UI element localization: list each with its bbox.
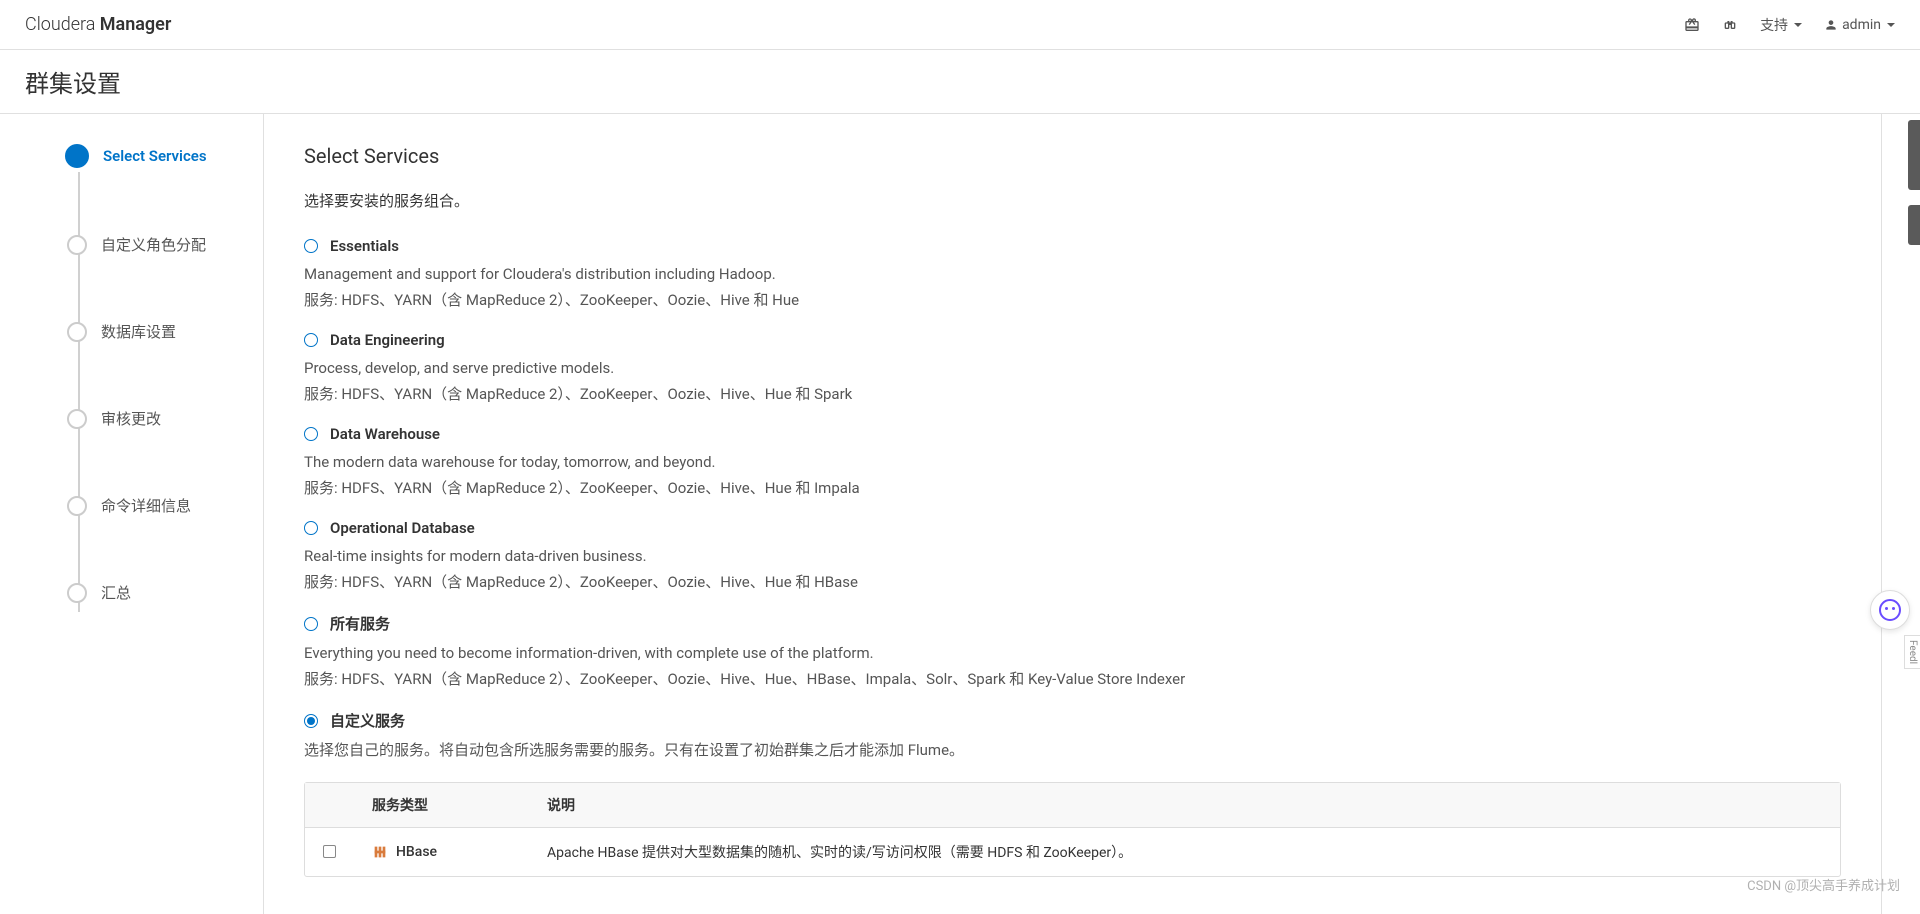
service-name: HBase [396,844,437,860]
hbase-icon [372,844,388,860]
page-title: 群集设置 [25,64,1895,99]
step-list: Select Services 自定义角色分配 数据库设置 审核更改 命令详细信… [25,144,263,603]
user-dropdown[interactable]: admin [1824,17,1895,33]
step-database-settings[interactable]: 数据库设置 [25,321,263,342]
wizard-nav: Select Services 自定义角色分配 数据库设置 审核更改 命令详细信… [0,114,264,914]
step-circle-icon [65,144,89,168]
content-area: Select Services 选择要安装的服务组合。 Essentials M… [264,114,1882,914]
step-circle-icon [67,496,87,516]
option-title: 自定义服务 [330,710,405,731]
option-header[interactable]: 所有服务 [304,613,1841,634]
option-title: 所有服务 [330,613,390,634]
header-description: 说明 [529,783,1840,828]
step-circle-icon [67,322,87,342]
option-desc: Management and support for Cloudera's di… [304,263,1841,286]
side-handle-1[interactable] [1908,120,1920,190]
option-title: Operational Database [330,519,475,537]
step-custom-roles[interactable]: 自定义角色分配 [25,234,263,255]
radio-custom-services[interactable] [304,714,318,728]
radio-operational-database[interactable] [304,521,318,535]
main-layout: Select Services 自定义角色分配 数据库设置 审核更改 命令详细信… [0,114,1920,914]
option-services: 服务: HDFS、YARN（含 MapReduce 2）、ZooKeeper、O… [304,383,1841,406]
option-title: Data Warehouse [330,425,440,443]
option-desc: The modern data warehouse for today, tom… [304,451,1841,474]
service-name-cell: HBase [372,844,511,860]
support-dropdown[interactable]: 支持 [1760,15,1802,35]
step-circle-icon [67,583,87,603]
step-command-details[interactable]: 命令详细信息 [25,495,263,516]
option-desc: Process, develop, and serve predictive m… [304,357,1841,380]
side-handle-2[interactable] [1908,205,1920,245]
step-label: 数据库设置 [101,321,176,342]
option-desc: Everything you need to become informatio… [304,642,1841,665]
header-service-type: 服务类型 [354,783,529,828]
feed-tab[interactable]: Feedl [1904,635,1920,669]
step-circle-icon [67,409,87,429]
step-review-changes[interactable]: 审核更改 [25,408,263,429]
brand-light: Cloudera [25,14,100,35]
user-label: admin [1842,17,1881,33]
option-services: 服务: HDFS、YARN（含 MapReduce 2）、ZooKeeper、O… [304,668,1841,691]
service-desc: Apache HBase 提供对大型数据集的随机、实时的读/写访问权限（需要 H… [529,827,1840,876]
option-header[interactable]: Data Warehouse [304,425,1841,443]
option-header[interactable]: Data Engineering [304,331,1841,349]
option-custom-services: 自定义服务 选择您自己的服务。将自动包含所选服务需要的服务。只有在设置了初始群集… [304,710,1841,762]
watermark: CSDN @顶尖高手养成计划 [1747,875,1900,894]
radio-data-engineering[interactable] [304,333,318,347]
gift-icon[interactable] [1684,17,1700,33]
chevron-down-icon [1794,23,1802,27]
option-title: Essentials [330,237,399,255]
option-data-engineering: Data Engineering Process, develop, and s… [304,331,1841,405]
option-services: 服务: HDFS、YARN（含 MapReduce 2）、ZooKeeper、O… [304,289,1841,312]
step-label: 审核更改 [101,408,161,429]
step-circle-icon [67,235,87,255]
step-label: 命令详细信息 [101,495,191,516]
step-select-services[interactable]: Select Services [25,144,263,168]
support-label: 支持 [1760,15,1788,35]
option-services: 服务: HDFS、YARN（含 MapReduce 2）、ZooKeeper、O… [304,571,1841,594]
option-data-warehouse: Data Warehouse The modern data warehouse… [304,425,1841,499]
radio-data-warehouse[interactable] [304,427,318,441]
option-services: 服务: HDFS、YARN（含 MapReduce 2）、ZooKeeper、O… [304,477,1841,500]
option-all-services: 所有服务 Everything you need to become infor… [304,613,1841,690]
option-title: Data Engineering [330,331,445,349]
assistant-face-icon [1879,599,1901,621]
brand-bold: Manager [100,14,172,35]
header-select [305,783,354,828]
topbar: Cloudera Manager 支持 admin [0,0,1920,50]
option-header[interactable]: Operational Database [304,519,1841,537]
assistant-widget[interactable] [1870,590,1910,630]
radio-all-services[interactable] [304,617,318,631]
step-label: Select Services [103,147,207,165]
page-title-bar: 群集设置 [0,50,1920,114]
content-desc: 选择要安装的服务组合。 [304,190,1841,211]
option-desc: Real-time insights for modern data-drive… [304,545,1841,568]
content-title: Select Services [304,144,1841,168]
services-table: 服务类型 说明 HBase Apache HBase 提供对大型数据 [305,783,1840,876]
option-header[interactable]: 自定义服务 [304,710,1841,731]
option-essentials: Essentials Management and support for Cl… [304,237,1841,311]
services-table-wrapper: 服务类型 说明 HBase Apache HBase 提供对大型数据 [304,782,1841,877]
option-operational-database: Operational Database Real-time insights … [304,519,1841,593]
checkbox-hbase[interactable] [323,845,336,858]
topbar-right: 支持 admin [1684,15,1895,35]
option-desc: 选择您自己的服务。将自动包含所选服务需要的服务。只有在设置了初始群集之后才能添加… [304,739,1841,762]
user-icon [1824,18,1838,32]
brand-logo[interactable]: Cloudera Manager [25,14,171,35]
table-header-row: 服务类型 说明 [305,783,1840,828]
binoculars-icon[interactable] [1722,17,1738,33]
table-row: HBase Apache HBase 提供对大型数据集的随机、实时的读/写访问权… [305,827,1840,876]
chevron-down-icon [1887,23,1895,27]
step-label: 自定义角色分配 [101,234,206,255]
step-summary[interactable]: 汇总 [25,582,263,603]
option-header[interactable]: Essentials [304,237,1841,255]
step-label: 汇总 [101,582,131,603]
radio-essentials[interactable] [304,239,318,253]
